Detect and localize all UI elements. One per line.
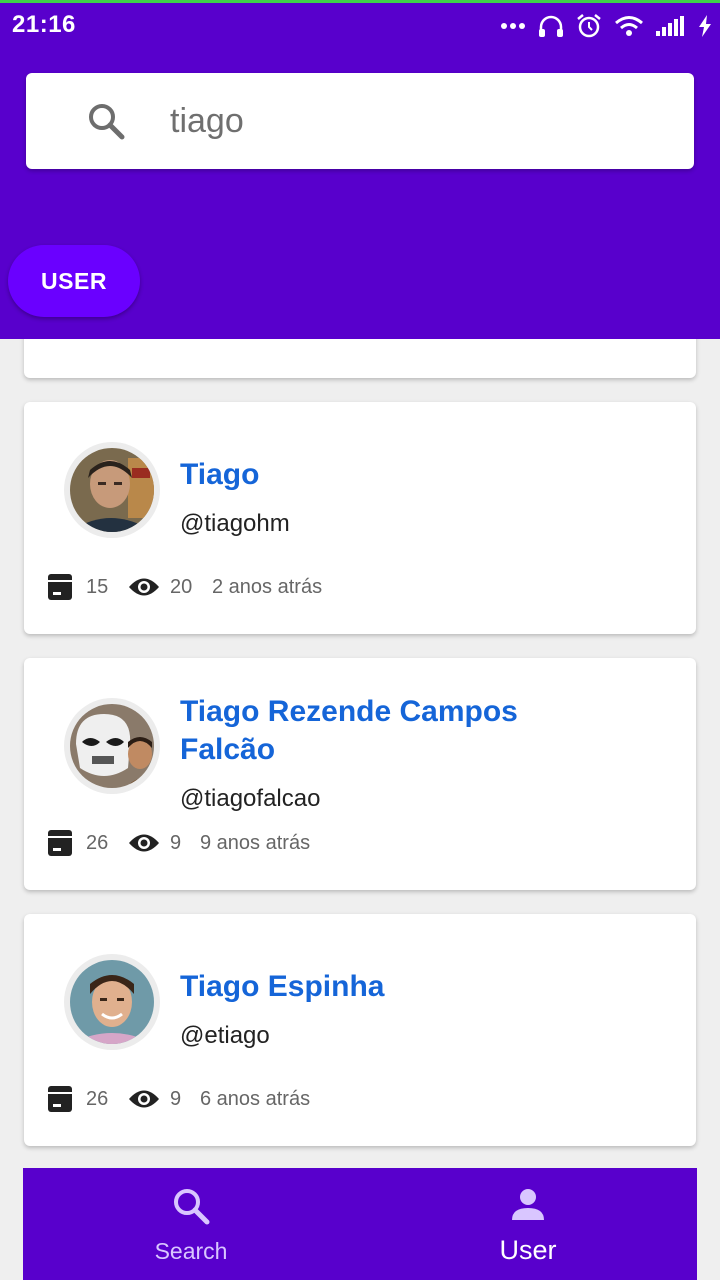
search-input[interactable] (170, 97, 650, 145)
repo-count: 15 (86, 575, 109, 598)
nav-search-tab[interactable]: Search (91, 1168, 291, 1280)
view-count: 20 (170, 575, 193, 598)
view-count: 9 (170, 831, 182, 854)
search-icon[interactable] (86, 101, 126, 141)
user-handle: @tiagofalcao (180, 785, 321, 812)
joined-date: 9 anos atrás (200, 831, 311, 854)
eye-icon (129, 578, 159, 596)
repo-count: 26 (86, 831, 109, 854)
search-icon (174, 1189, 210, 1225)
nav-search-label: Search (154, 1238, 228, 1264)
user-stats: 15 20 2 anos atrás (48, 572, 322, 602)
user-card[interactable]: Tiago Rezende Campos Falcão @tiagofalcao… (24, 658, 696, 890)
avatar-photo-icon (70, 448, 154, 532)
view-count: 9 (170, 1087, 182, 1110)
avatar (64, 442, 160, 538)
status-icons (500, 9, 712, 43)
bottom-navigation: Search User (23, 1168, 697, 1280)
nav-user-label: User (499, 1235, 557, 1265)
more-dots-icon (501, 23, 525, 29)
wifi-icon (615, 16, 643, 36)
charging-icon (699, 15, 711, 37)
joined-date: 2 anos atrás (212, 575, 323, 598)
eye-icon (129, 1090, 159, 1108)
person-icon (512, 1189, 544, 1220)
eye-icon (129, 834, 159, 852)
user-name[interactable]: Tiago (180, 456, 600, 494)
user-handle: @etiago (180, 1022, 270, 1049)
status-time: 21:16 (12, 11, 76, 38)
user-filter-chip[interactable]: USER (8, 245, 140, 317)
user-handle: @tiagohm (180, 510, 290, 537)
app-header: 21:16 USER (0, 3, 720, 339)
status-bar: 21:16 (0, 3, 720, 49)
avatar (64, 698, 160, 794)
search-bar[interactable] (26, 73, 694, 169)
user-name[interactable]: Tiago Espinha (180, 968, 600, 1006)
nav-user-tab[interactable]: User (428, 1168, 628, 1280)
user-card[interactable]: Tiago @tiagohm 15 20 2 anos atrás (24, 402, 696, 634)
repository-icon (48, 1086, 72, 1112)
user-stats: 26 9 6 anos atrás (48, 1084, 310, 1114)
avatar-photo-icon (70, 960, 154, 1044)
repository-icon (48, 574, 72, 600)
user-card[interactable]: Tiago Espinha @etiago 26 9 6 anos atrás (24, 914, 696, 1146)
alarm-icon (577, 14, 601, 38)
repo-count: 26 (86, 1087, 109, 1110)
repository-icon (48, 830, 72, 856)
joined-date: 6 anos atrás (200, 1087, 311, 1110)
user-name[interactable]: Tiago Rezende Campos Falcão (180, 693, 600, 769)
avatar (64, 954, 160, 1050)
signal-icon (656, 16, 684, 36)
headphones-icon (539, 15, 563, 37)
avatar-photo-icon (70, 704, 154, 788)
user-stats: 26 9 9 anos atrás (48, 828, 310, 858)
